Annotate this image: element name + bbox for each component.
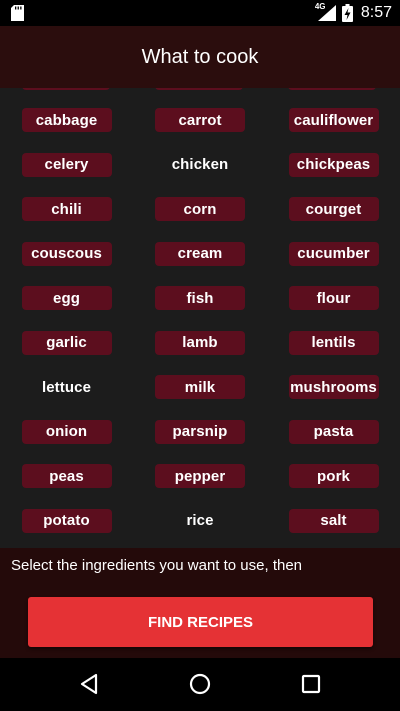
ingredient-cell: lettuce: [0, 375, 133, 420]
ingredient-chip-chicken[interactable]: chicken: [155, 153, 245, 177]
ingredient-cell: flour: [267, 286, 400, 331]
status-bar: 4G 8:57: [0, 0, 400, 26]
sd-card-icon: [11, 5, 24, 21]
ingredient-chip-chickpeas[interactable]: chickpeas: [288, 152, 379, 177]
ingredient-cell: celery: [0, 152, 133, 198]
battery-icon: [341, 4, 353, 22]
page-title: What to cook: [141, 45, 259, 68]
ingredient-chip-cabbage[interactable]: cabbage: [21, 108, 112, 132]
ingredient-cell: peas: [0, 464, 133, 509]
ingredient-chip-garlic[interactable]: garlic: [21, 330, 112, 355]
ingredient-chip-milk[interactable]: milk: [155, 375, 245, 399]
ingredient-cell: couscous: [0, 241, 133, 287]
find-recipes-button[interactable]: FIND RECIPES: [28, 597, 373, 647]
partial-chip-peek: [288, 88, 376, 90]
ingredient-chip-rice[interactable]: rice: [155, 509, 245, 533]
ingredient-cell: lentils: [267, 330, 400, 376]
ingredient-grid: cabbage carrot cauliflower celery chicken chi…: [0, 108, 400, 548]
ingredient-chip-parsnip[interactable]: parsnip: [155, 419, 245, 444]
ingredient-chip-celery[interactable]: celery: [21, 152, 112, 177]
ingredient-chip-pasta[interactable]: pasta: [288, 419, 379, 444]
navigation-bar: [0, 658, 400, 711]
ingredient-cell: pork: [267, 464, 400, 509]
ingredient-cell: carrot: [133, 108, 267, 153]
ingredient-cell: courget: [267, 197, 400, 242]
ingredient-cell: parsnip: [133, 419, 267, 465]
partial-chip-peek: [155, 88, 243, 90]
back-icon[interactable]: [77, 672, 101, 696]
app-bar: What to cook: [0, 26, 400, 88]
home-icon[interactable]: [188, 672, 212, 696]
ingredient-chip-lamb[interactable]: lamb: [155, 330, 245, 355]
ingredient-cell: onion: [0, 419, 133, 465]
ingredient-chip-cauliflower[interactable]: cauliflower: [288, 108, 379, 132]
ingredient-chip-chili[interactable]: chili: [21, 197, 112, 221]
ingredient-cell: mushrooms: [267, 375, 400, 420]
ingredient-cell: salt: [267, 508, 400, 549]
ingredient-chip-cream[interactable]: cream: [155, 241, 245, 266]
ingredient-cell: potato: [0, 508, 133, 549]
ingredient-cell: cream: [133, 241, 267, 287]
status-time: 8:57: [360, 4, 392, 21]
ingredient-cell: chickpeas: [267, 152, 400, 198]
ingredient-chip-potato[interactable]: potato: [21, 508, 112, 533]
instruction-text: Select the ingredients you want to use, …: [11, 557, 303, 574]
ingredient-chip-cucumber[interactable]: cucumber: [288, 241, 379, 266]
ingredient-chip-pepper[interactable]: pepper: [155, 464, 245, 488]
recents-icon[interactable]: [299, 672, 323, 696]
ingredient-cell: rice: [133, 509, 267, 549]
ingredient-list[interactable]: cabbage carrot cauliflower celery chicken chi…: [0, 88, 400, 548]
ingredient-cell: cabbage: [0, 108, 133, 153]
ingredient-chip-fish[interactable]: fish: [155, 286, 245, 310]
ingredient-chip-onion[interactable]: onion: [21, 419, 112, 444]
ingredient-chip-pork[interactable]: pork: [288, 464, 379, 488]
ingredient-cell: corn: [133, 197, 267, 242]
ingredient-cell: milk: [133, 375, 267, 420]
ingredient-chip-corn[interactable]: corn: [155, 197, 245, 221]
ingredient-cell: fish: [133, 286, 267, 331]
partial-chip-peek: [22, 88, 110, 90]
ingredient-chip-courget[interactable]: courget: [288, 197, 379, 221]
ingredient-cell: pepper: [133, 464, 267, 509]
ingredient-chip-peas[interactable]: peas: [21, 464, 112, 488]
ingredient-chip-lentils[interactable]: lentils: [288, 330, 379, 355]
ingredient-cell: garlic: [0, 330, 133, 376]
ingredient-chip-salt[interactable]: salt: [288, 508, 379, 533]
ingredient-cell: egg: [0, 286, 133, 331]
ingredient-cell: cucumber: [267, 241, 400, 287]
ingredient-cell: lamb: [133, 330, 267, 376]
ingredient-chip-mushrooms[interactable]: mushrooms: [288, 375, 379, 399]
ingredient-chip-carrot[interactable]: carrot: [155, 108, 245, 132]
ingredient-chip-flour[interactable]: flour: [288, 286, 379, 310]
ingredient-cell: pasta: [267, 419, 400, 465]
ingredient-chip-egg[interactable]: egg: [21, 286, 112, 310]
ingredient-cell: cauliflower: [267, 108, 400, 153]
ingredient-cell: chicken: [133, 153, 267, 198]
signal-icon: [317, 5, 336, 21]
ingredient-chip-lettuce[interactable]: lettuce: [22, 375, 112, 399]
ingredient-chip-couscous[interactable]: couscous: [21, 241, 112, 266]
footer-panel: Select the ingredients you want to use, …: [0, 548, 400, 658]
ingredient-cell: chili: [0, 197, 133, 242]
